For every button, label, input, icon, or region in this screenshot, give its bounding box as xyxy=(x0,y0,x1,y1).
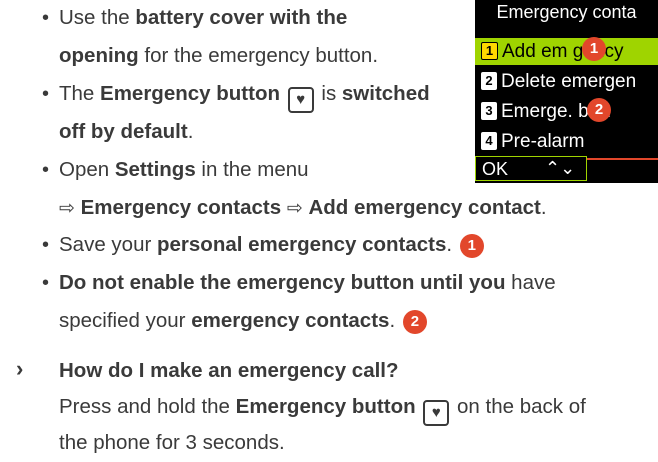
emergency-button-heart-icon: ♥ xyxy=(287,87,314,113)
marker-1-badge: 1 xyxy=(582,37,606,61)
arrow-right-icon: ⇨ xyxy=(286,198,303,219)
menu-item-label: Delete emergen xyxy=(501,71,637,92)
menu-item-pre-alarm[interactable]: 4 Pre-alarm xyxy=(475,128,658,155)
bold-text: Emergency button xyxy=(100,82,280,105)
bold-text: Add emergency contact xyxy=(308,196,541,219)
text: on the back of xyxy=(451,395,586,418)
chevron-right-icon: › xyxy=(16,356,24,381)
marker-2-badge: 2 xyxy=(402,310,427,334)
text: for the emergency button. xyxy=(138,44,379,67)
text: Press and hold the xyxy=(59,395,236,418)
faq-answer-line-2: the phone for 3 seconds. xyxy=(59,430,285,456)
phone-screen: Emergency conta 1 Add em gency 2 Delete em… xyxy=(475,0,658,183)
bullet-4-line-1: Save your personal emergency contacts. 1 xyxy=(59,232,484,258)
bullet-1-line-2: opening for the emergency button. xyxy=(59,43,378,69)
arrow-right-icon: ⇨ xyxy=(59,198,75,219)
text: . xyxy=(389,309,401,332)
softkey-bar: OK ⌃⌄ xyxy=(475,156,658,183)
menu-item-add-emergency-contact[interactable]: 1 Add em gency xyxy=(475,38,658,65)
menu-item-delete-emergency-contact[interactable]: 2 Delete emergen xyxy=(475,68,658,95)
bold-text: personal emergency contacts xyxy=(157,233,447,256)
text: is xyxy=(315,82,342,105)
menu-item-number: 3 xyxy=(481,102,497,120)
red-divider xyxy=(587,158,658,160)
bullet-marker: • xyxy=(42,7,50,29)
bullet-5-line-2: specified your emergency contacts. 2 xyxy=(59,308,427,334)
emergency-button-heart-icon: ♥ xyxy=(423,400,450,426)
bullet-2-line-2: off by default. xyxy=(59,119,193,145)
menu-item-label: Pre-alarm xyxy=(501,131,585,152)
bold-text: battery cover with the xyxy=(135,6,348,29)
text: . xyxy=(540,196,547,219)
bold-text: Emergency contacts xyxy=(80,196,282,219)
text: in the menu xyxy=(195,158,309,181)
bullet-marker: • xyxy=(42,159,50,181)
text: The xyxy=(59,82,101,105)
marker-1-badge: 1 xyxy=(459,234,484,258)
bold-text: opening xyxy=(59,44,139,67)
bullet-1-line-1: Use the battery cover with the xyxy=(59,5,347,31)
bold-text: switched xyxy=(341,82,430,105)
faq-question: How do I make an emergency call? xyxy=(59,358,399,384)
bold-text: Do not enable the emergency button until… xyxy=(59,271,506,294)
text: have xyxy=(505,271,556,294)
menu-item-emergency-button[interactable]: 3 Emerge. butt xyxy=(475,98,658,125)
bullet-5-line-1: Do not enable the emergency button until… xyxy=(59,270,556,296)
text: Use the xyxy=(59,6,136,29)
text: Open xyxy=(59,158,115,181)
menu-item-number: 4 xyxy=(481,132,497,150)
screen-title: Emergency conta xyxy=(475,0,658,25)
bullet-3-line-1: Open Settings in the menu xyxy=(59,157,309,183)
text: Save your xyxy=(59,233,157,256)
bold-text: Settings xyxy=(114,158,196,181)
bold-text: off by default xyxy=(59,120,188,143)
bullet-marker: • xyxy=(42,83,50,105)
faq-answer-line-1: Press and hold the Emergency button ♥ on… xyxy=(59,394,586,426)
text: the phone for 3 seconds. xyxy=(59,431,285,454)
menu-item-number: 1 xyxy=(481,42,498,60)
text: . xyxy=(187,120,194,143)
marker-2-badge: 2 xyxy=(587,98,611,122)
bold-text: How do I make an emergency call? xyxy=(59,359,399,382)
bullet-marker: • xyxy=(42,272,50,294)
bullet-3-line-2: ⇨ Emergency contacts ⇨ Add emergency con… xyxy=(59,195,547,222)
bold-text: emergency contacts xyxy=(191,309,390,332)
menu-item-number: 2 xyxy=(481,72,497,90)
text: . xyxy=(446,233,458,256)
scroll-updown-icon: ⌃⌄ xyxy=(545,158,576,178)
bullet-marker: • xyxy=(42,234,50,256)
text: specified your xyxy=(59,309,192,332)
bold-text: Emergency button xyxy=(235,395,416,418)
bullet-2-line-1: The Emergency button ♥ is switched xyxy=(59,81,430,113)
